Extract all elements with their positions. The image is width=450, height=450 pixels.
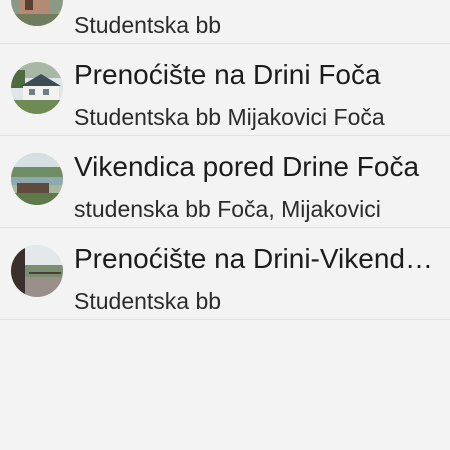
list-item[interactable]: Studentska bb [0,0,450,44]
cabin-photo-thumbnail [11,0,63,26]
places-list: Studentska bb Prenoćište na Drini Foča S… [0,0,450,450]
list-item-title: Prenoćište na Drini-Vikendica [74,243,434,274]
list-item-title: Vikendica pored Drine Foča [74,151,420,182]
list-item[interactable]: Prenoćište na Drini Foča Studentska bb M… [0,44,450,136]
river-terrace-thumbnail [11,153,63,205]
list-item[interactable]: Prenoćište na Drini-Vikendica Studentska… [0,228,450,320]
list-item-address: Studentska bb [74,288,222,314]
list-item-address: studenska bb Foča, Mijakovici [74,196,381,222]
list-item-address: Studentska bb [74,12,222,38]
list-item-address: Studentska bb Mijakovici Foča [74,104,385,130]
list-item-title: Prenoćište na Drini Foča [74,59,381,90]
balcony-view-thumbnail [11,245,63,297]
list-item[interactable]: Vikendica pored Drine Foča studenska bb … [0,136,450,228]
house-by-river-thumbnail [11,62,63,114]
